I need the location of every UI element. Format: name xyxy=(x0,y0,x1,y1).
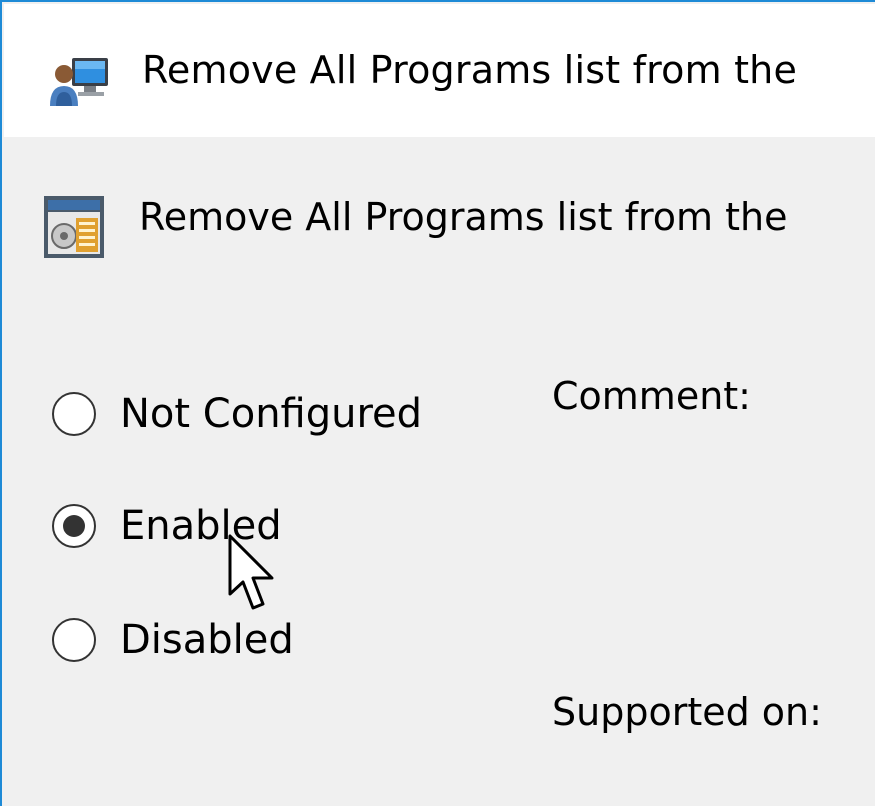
radio-disabled-circle[interactable] xyxy=(52,618,96,662)
comment-label: Comment: xyxy=(552,374,751,418)
mouse-pointer-icon xyxy=(226,532,282,618)
window-title: Remove All Programs list from the xyxy=(142,48,798,92)
policy-setting-icon xyxy=(42,194,106,260)
radio-not-configured-label: Not Configured xyxy=(120,391,423,437)
title-bar: Remove All Programs list from the xyxy=(4,4,875,137)
radio-disabled[interactable]: Disabled xyxy=(52,610,294,670)
supported-on-label: Supported on: xyxy=(552,690,822,734)
policy-computer-icon xyxy=(48,54,112,108)
policy-dialog: Remove All Programs list from the Remove… xyxy=(0,0,875,806)
policy-name: Remove All Programs list from the xyxy=(139,195,788,239)
radio-not-configured-circle[interactable] xyxy=(52,392,96,436)
radio-enabled-circle[interactable] xyxy=(52,504,96,548)
radio-disabled-label: Disabled xyxy=(120,617,294,663)
radio-not-configured[interactable]: Not Configured xyxy=(52,384,422,444)
